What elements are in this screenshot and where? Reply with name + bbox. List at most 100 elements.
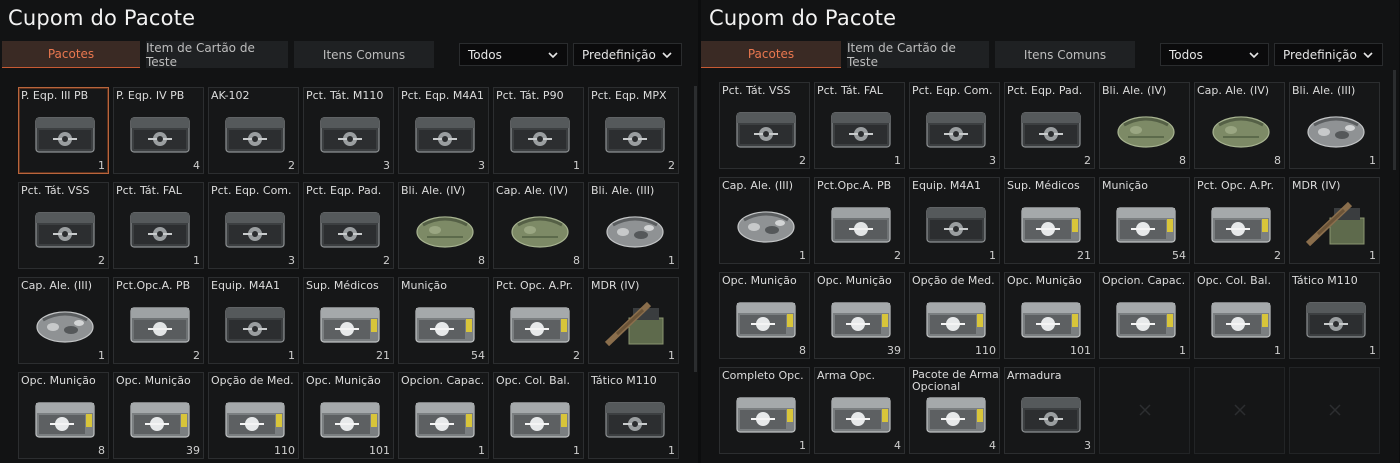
tab-pacotes[interactable]: Pacotes bbox=[2, 41, 140, 68]
item-slot[interactable]: Tático M110 1 bbox=[588, 372, 679, 459]
item-slot[interactable]: Arma Opc. 4 bbox=[814, 367, 905, 454]
item-name: Opc. Munição bbox=[722, 274, 797, 287]
scrollbar[interactable] bbox=[694, 86, 697, 372]
tab-itens-comuns[interactable]: Itens Comuns bbox=[294, 41, 434, 68]
item-slot[interactable]: Cap. Ale. (IV) 8 bbox=[493, 182, 584, 269]
case-yellow-icon bbox=[223, 395, 287, 441]
item-slot[interactable]: Pct. Eqp. Com. 3 bbox=[909, 82, 1000, 169]
item-slot[interactable]: Pct. Tát. FAL 1 bbox=[814, 82, 905, 169]
item-slot[interactable]: Opc. Munição 39 bbox=[814, 272, 905, 359]
item-slot[interactable]: MDR (IV) 1 bbox=[1289, 177, 1380, 264]
item-slot[interactable]: Bli. Ale. (IV) 8 bbox=[398, 182, 489, 269]
item-slot[interactable]: Pct.Opc.A. PB 2 bbox=[814, 177, 905, 264]
item-slot[interactable]: Pct. Opc. A.Pr. 2 bbox=[493, 277, 584, 364]
item-name: Opc. Munição bbox=[306, 374, 381, 387]
item-slot[interactable]: AK-102 2 bbox=[208, 87, 299, 174]
item-quantity: 3 bbox=[478, 159, 485, 172]
item-slot[interactable]: Cap. Ale. (III) 1 bbox=[18, 277, 109, 364]
item-slot[interactable]: Pct. Eqp. Pad. 2 bbox=[303, 182, 394, 269]
filter-dropdown[interactable]: Todos bbox=[1160, 43, 1269, 66]
coupon-panel-right: Cupom do Pacote Pacotes Item de Cartão d… bbox=[701, 0, 1399, 463]
item-slot[interactable]: Opc. Munição 101 bbox=[1004, 272, 1095, 359]
chevron-down-icon bbox=[1363, 52, 1373, 59]
item-slot[interactable]: Sup. Médicos 21 bbox=[1004, 177, 1095, 264]
item-name: Opção de Med. bbox=[912, 274, 995, 287]
tab-item-cartao-teste[interactable]: Item de Cartão de Teste bbox=[847, 41, 989, 69]
item-slot[interactable]: P. Eqp. III PB 1 bbox=[18, 87, 109, 174]
item-slot[interactable]: Pct. Tát. VSS 2 bbox=[18, 182, 109, 269]
item-slot[interactable]: Opcion. Capac. 1 bbox=[398, 372, 489, 459]
item-name: Pct. Eqp. M4A1 bbox=[401, 89, 484, 102]
item-slot[interactable]: Cap. Ale. (IV) 8 bbox=[1194, 82, 1285, 169]
item-slot[interactable]: Tático M110 1 bbox=[1289, 272, 1380, 359]
item-slot[interactable]: Opcion. Capac. 1 bbox=[1099, 272, 1190, 359]
item-slot[interactable]: Cap. Ale. (III) 1 bbox=[719, 177, 810, 264]
item-slot[interactable]: Pct. Eqp. M4A1 3 bbox=[398, 87, 489, 174]
sort-dropdown[interactable]: Predefinição bbox=[573, 43, 682, 66]
item-quantity: 54 bbox=[471, 349, 485, 362]
item-slot[interactable]: Pct. Tát. M110 3 bbox=[303, 87, 394, 174]
item-slot[interactable]: Pct. Eqp. Pad. 2 bbox=[1004, 82, 1095, 169]
item-slot[interactable]: Equip. M4A1 1 bbox=[909, 177, 1000, 264]
item-slot[interactable]: Bli. Ale. (IV) 8 bbox=[1099, 82, 1190, 169]
item-name: Pct.Opc.A. PB bbox=[116, 279, 191, 292]
item-slot[interactable]: Opc. Munição 8 bbox=[18, 372, 109, 459]
item-slot[interactable]: Pacote de Arma Opcional 4 bbox=[909, 367, 1000, 454]
item-slot[interactable]: Pct.Opc.A. PB 2 bbox=[113, 277, 204, 364]
item-slot[interactable]: Pct. Opc. A.Pr. 2 bbox=[1194, 177, 1285, 264]
item-quantity: 1 bbox=[98, 349, 105, 362]
item-quantity: 39 bbox=[186, 444, 200, 457]
tab-item-cartao-teste[interactable]: Item de Cartão de Teste bbox=[146, 41, 288, 69]
tab-pacotes[interactable]: Pacotes bbox=[701, 41, 841, 68]
item-name: Pct. Tát. P90 bbox=[496, 89, 564, 102]
item-name: Munição bbox=[401, 279, 448, 292]
sort-dropdown[interactable]: Predefinição bbox=[1274, 43, 1383, 66]
item-slot[interactable]: Sup. Médicos 21 bbox=[303, 277, 394, 364]
item-slot[interactable]: Pct. Eqp. MPX 2 bbox=[588, 87, 679, 174]
case-yellow-icon bbox=[734, 295, 798, 341]
item-slot[interactable]: P. Eqp. IV PB 4 bbox=[113, 87, 204, 174]
page-title: Cupom do Pacote bbox=[709, 6, 897, 30]
case-yellow-icon bbox=[413, 395, 477, 441]
filter-dropdown[interactable]: Todos bbox=[459, 43, 568, 66]
item-slot[interactable]: Opc. Munição 101 bbox=[303, 372, 394, 459]
item-slot[interactable]: Equip. M4A1 1 bbox=[208, 277, 299, 364]
item-quantity: 2 bbox=[383, 254, 390, 267]
item-slot[interactable]: Munição 54 bbox=[1099, 177, 1190, 264]
item-slot[interactable]: Munição 54 bbox=[398, 277, 489, 364]
item-slot[interactable]: Pct. Eqp. Com. 3 bbox=[208, 182, 299, 269]
item-slot[interactable]: Bli. Ale. (III) 1 bbox=[1289, 82, 1380, 169]
bag-camo-icon bbox=[603, 205, 667, 251]
case-dark-icon bbox=[829, 105, 893, 151]
item-name: Cap. Ale. (III) bbox=[722, 179, 794, 192]
item-slot[interactable]: MDR (IV) 1 bbox=[588, 277, 679, 364]
item-slot[interactable]: Opc. Munição 8 bbox=[719, 272, 810, 359]
scrollbar[interactable] bbox=[1393, 70, 1396, 170]
item-slot[interactable]: Opc. Col. Bal. 1 bbox=[1194, 272, 1285, 359]
case-yellow-icon bbox=[33, 395, 97, 441]
item-quantity: 8 bbox=[573, 254, 580, 267]
item-slot[interactable]: Armadura 3 bbox=[1004, 367, 1095, 454]
item-slot[interactable]: Pct. Tát. FAL 1 bbox=[113, 182, 204, 269]
case-dark-icon bbox=[413, 110, 477, 156]
item-slot[interactable]: Pct. Tát. P90 1 bbox=[493, 87, 584, 174]
chevron-down-icon bbox=[662, 52, 672, 59]
case-dark-icon bbox=[924, 200, 988, 246]
item-slot[interactable]: Bli. Ale. (III) 1 bbox=[588, 182, 679, 269]
empty-slot bbox=[1099, 367, 1190, 454]
chevron-down-icon bbox=[548, 52, 558, 59]
item-name: Bli. Ale. (IV) bbox=[401, 184, 466, 197]
tab-itens-comuns[interactable]: Itens Comuns bbox=[995, 41, 1135, 68]
item-quantity: 110 bbox=[274, 444, 295, 457]
case-yellow-icon bbox=[734, 390, 798, 436]
case-dark-icon bbox=[223, 205, 287, 251]
item-name: Opc. Munição bbox=[21, 374, 96, 387]
coupon-panel-left: Cupom do Pacote Pacotes Item de Cartão d… bbox=[0, 0, 698, 463]
item-slot[interactable]: Opção de Med. 110 bbox=[909, 272, 1000, 359]
item-slot[interactable]: Pct. Tát. VSS 2 bbox=[719, 82, 810, 169]
item-slot[interactable]: Completo Opc. 1 bbox=[719, 367, 810, 454]
item-slot[interactable]: Opc. Munição 39 bbox=[113, 372, 204, 459]
item-quantity: 1 bbox=[894, 154, 901, 167]
item-slot[interactable]: Opção de Med. 110 bbox=[208, 372, 299, 459]
item-slot[interactable]: Opc. Col. Bal. 1 bbox=[493, 372, 584, 459]
